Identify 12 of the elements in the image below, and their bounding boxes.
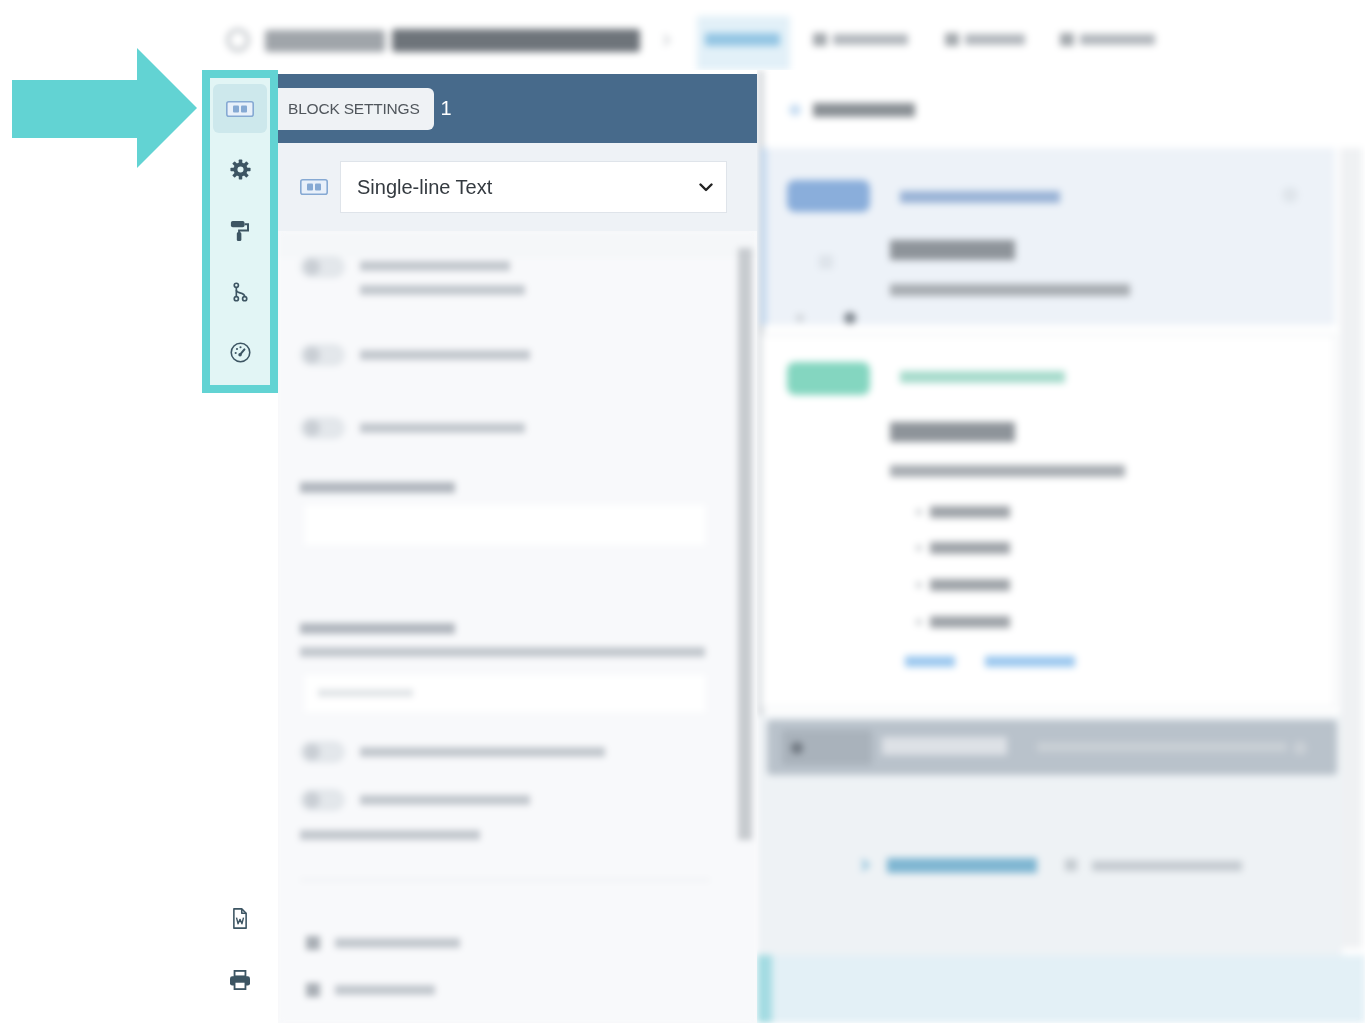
- gear-icon: [229, 159, 251, 180]
- document-icon: [232, 907, 248, 929]
- paint-roller-icon: [230, 219, 250, 242]
- branch-icon: [231, 281, 249, 302]
- block-type-dropdown[interactable]: Single-line Text: [340, 161, 727, 213]
- chevron-down-icon: [699, 182, 713, 192]
- gauge-icon: [229, 342, 251, 363]
- step-number: 1: [440, 97, 452, 120]
- text-box-icon: [300, 179, 328, 195]
- printer-icon: [229, 970, 251, 990]
- block-settings-tooltip: BLOCK SETTINGS: [278, 87, 434, 130]
- text-box-icon: [226, 100, 254, 117]
